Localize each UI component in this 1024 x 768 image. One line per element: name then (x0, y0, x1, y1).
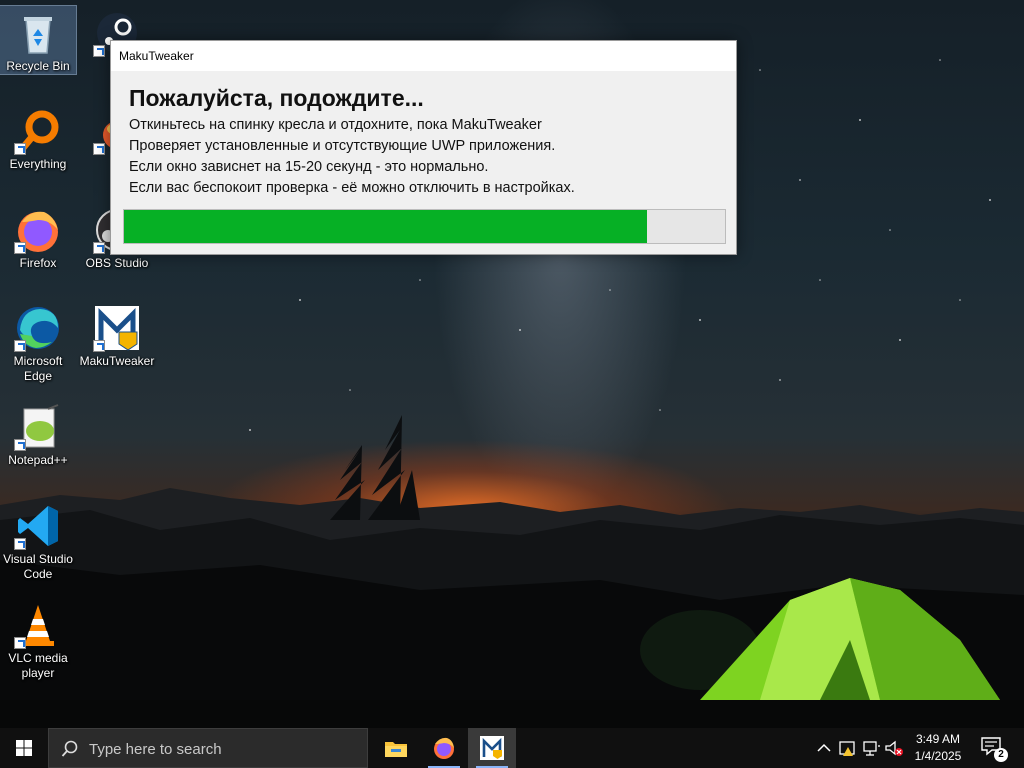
dialog-message-line: Если окно зависнет на 15-20 секунд - это… (129, 159, 489, 175)
dialog-message-line: Если вас беспокоит проверка - её можно о… (129, 180, 575, 196)
shortcut-arrow-icon (14, 340, 26, 352)
desktop-icon-label: Everything (9, 157, 67, 171)
firefox-icon (14, 206, 62, 254)
search-placeholder: Type here to search (89, 741, 222, 758)
desktop-icon-label: MakuTweaker (79, 354, 155, 368)
network-icon[interactable] (862, 738, 882, 758)
notification-count-badge: 2 (994, 748, 1008, 762)
dialog-titlebar[interactable]: MakuTweaker (111, 41, 736, 71)
taskbar-clock[interactable]: 3:49 AM 1/4/2025 (906, 731, 970, 765)
makutweaker-icon (480, 736, 504, 760)
firefox-icon (434, 737, 454, 759)
desktop-icon-label: Firefox (19, 256, 57, 270)
shortcut-arrow-icon (14, 143, 26, 155)
desktop-icon-label: Microsoft Edge (13, 354, 63, 383)
dialog-message-line: Проверяет установленные и отсутствующие … (129, 138, 556, 154)
desktop-icon-vlc[interactable]: VLC media player (0, 598, 76, 681)
desktop-icon-notepad-plus-plus[interactable]: Notepad++ (0, 400, 76, 468)
shortcut-arrow-icon (14, 242, 26, 254)
desktop-icon-label: VLC media player (8, 651, 68, 680)
taskbar-firefox[interactable] (420, 728, 468, 768)
chevron-up-icon[interactable] (814, 738, 834, 758)
dialog-message: Откиньтесь на спинку кресла и отдохните,… (129, 115, 575, 199)
desktop-icon-makutweaker[interactable]: MakuTweaker (79, 301, 155, 369)
vscode-icon (14, 502, 62, 550)
dialog-message-line: Откиньтесь на спинку кресла и отдохните,… (129, 117, 542, 133)
desktop-icon-recycle-bin[interactable]: Recycle Bin (0, 5, 77, 75)
makutweaker-icon (93, 304, 141, 352)
progress-bar (123, 209, 726, 244)
volume-muted-icon[interactable] (884, 738, 904, 758)
desktop-icon-everything[interactable]: Everything (0, 104, 76, 172)
shortcut-arrow-icon (14, 439, 26, 451)
clock-time: 3:49 AM (915, 732, 961, 746)
windows-logo-icon (16, 740, 32, 756)
folder-icon (385, 742, 407, 757)
everything-icon (14, 107, 62, 155)
shortcut-arrow-icon (14, 637, 26, 649)
taskbar-search-box[interactable]: Type here to search (48, 728, 368, 768)
search-icon (61, 740, 78, 757)
security-warning-icon[interactable] (838, 738, 858, 758)
edge-icon (14, 304, 62, 352)
taskbar-makutweaker[interactable] (468, 728, 516, 768)
taskbar-file-explorer[interactable] (372, 728, 420, 768)
taskbar: Type here to search 3:49 AM 1/4/2025 2 (0, 728, 1024, 768)
desktop-icon-label: Notepad++ (8, 453, 68, 467)
desktop-icon-label: OBS Studio (85, 256, 149, 270)
notepad-plus-plus-icon (14, 403, 62, 451)
progress-bar-fill (124, 210, 647, 243)
desktop-icon-microsoft-edge[interactable]: Microsoft Edge (0, 301, 76, 384)
shortcut-arrow-icon (14, 538, 26, 550)
shortcut-arrow-icon (93, 143, 105, 155)
vlc-icon (14, 601, 62, 649)
clock-date: 1/4/2025 (914, 749, 962, 763)
desktop-icon-label: Visual Studio Code (3, 552, 73, 581)
shortcut-arrow-icon (93, 45, 105, 57)
notification-center-button[interactable]: 2 (980, 736, 1008, 762)
shortcut-arrow-icon (93, 340, 105, 352)
desktop-icon-label: Recycle Bin (6, 59, 70, 73)
recycle-bin-icon (14, 9, 62, 57)
shortcut-arrow-icon (93, 242, 105, 254)
start-button[interactable] (0, 728, 48, 768)
makutweaker-wait-dialog: MakuTweaker Пожалуйста, подождите... Отк… (110, 40, 737, 255)
dialog-title: MakuTweaker (119, 49, 194, 63)
dialog-heading: Пожалуйста, подождите... (129, 85, 424, 111)
desktop-icon-vscode[interactable]: Visual Studio Code (0, 499, 76, 582)
desktop-icon-firefox[interactable]: Firefox (0, 203, 76, 271)
